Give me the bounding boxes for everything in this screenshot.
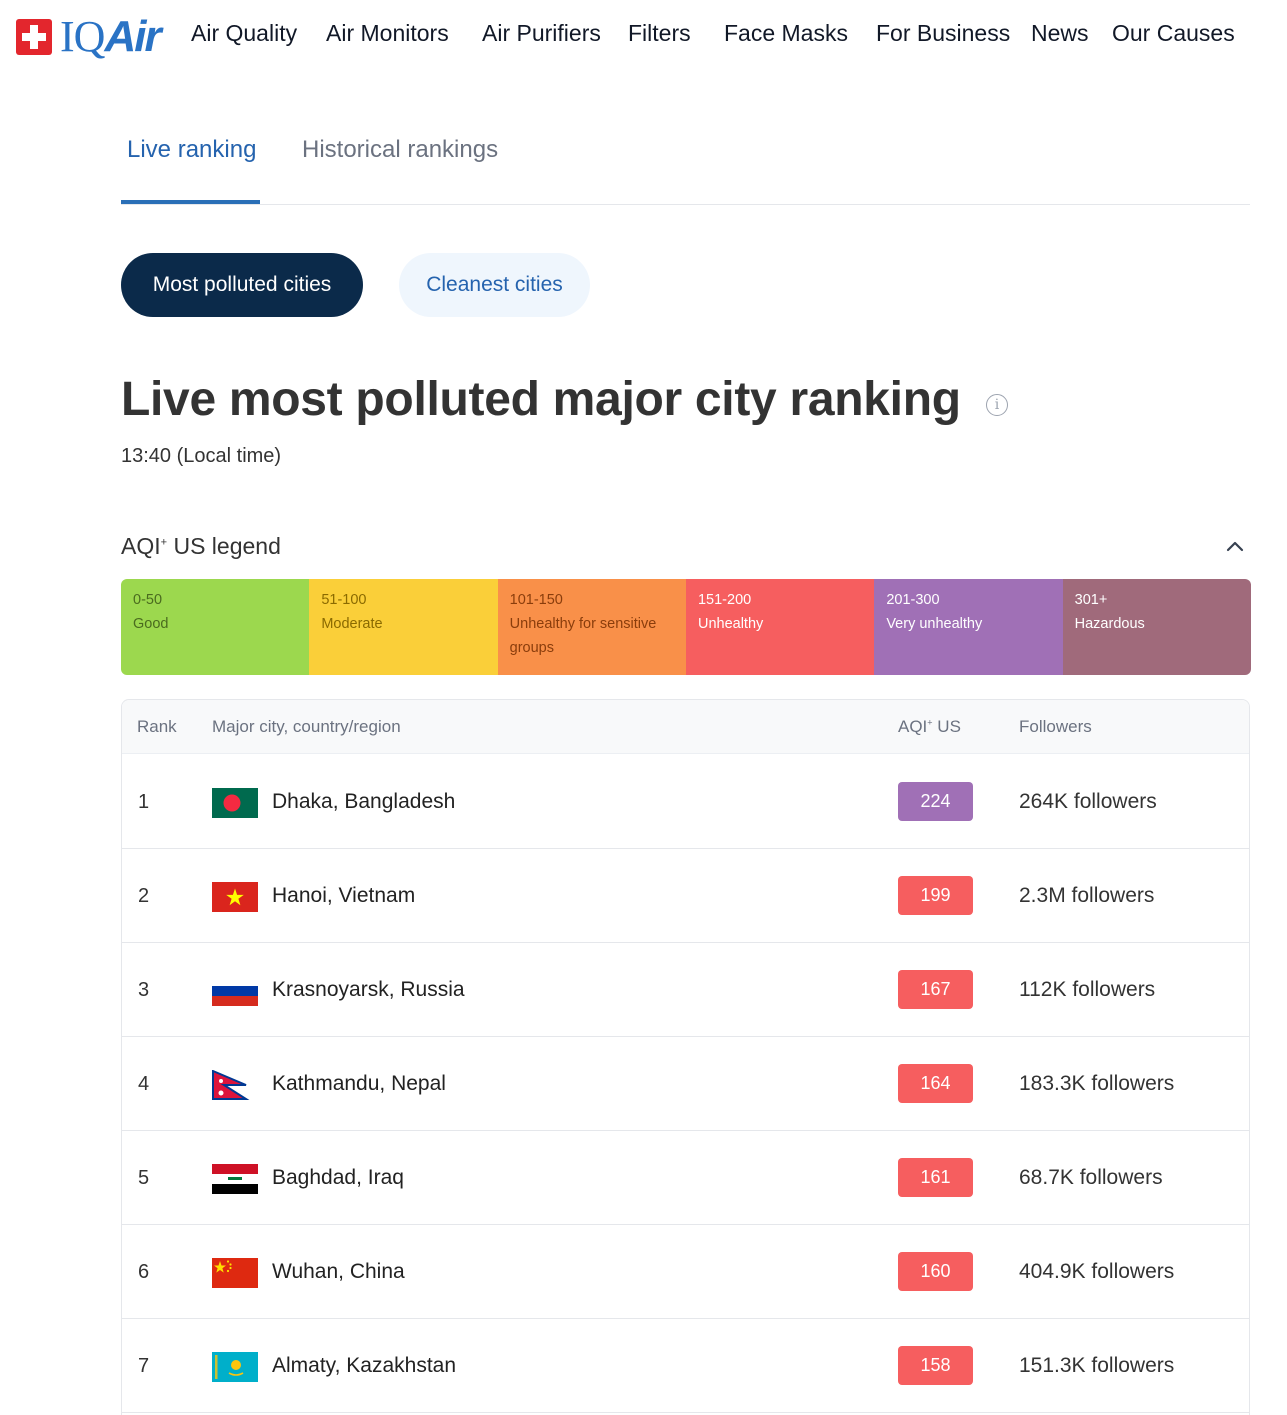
- chevron-up-icon[interactable]: [1226, 537, 1244, 555]
- legend-very-unhealthy: 201-300 Very unhealthy: [874, 579, 1063, 675]
- table-row[interactable]: 6 Wuhan, China 160 404.9K followers: [122, 1225, 1249, 1319]
- nav-news[interactable]: News: [1031, 20, 1089, 47]
- aqi-badge: 160: [898, 1252, 973, 1291]
- row-followers: 112K followers: [1019, 978, 1156, 1001]
- ranking-tabs: Live ranking Historical rankings: [121, 120, 1250, 205]
- row-city[interactable]: Almaty, Kazakhstan: [272, 1354, 456, 1378]
- aqi-badge: 224: [898, 782, 973, 821]
- row-rank: 1: [138, 791, 150, 813]
- russia-flag-icon: [212, 976, 258, 1006]
- table-row[interactable]: 3 Krasnoyarsk, Russia 167 112K followers: [122, 943, 1249, 1037]
- bangladesh-flag-icon: [212, 788, 258, 818]
- page-title: Live most polluted major city ranking: [121, 373, 961, 426]
- row-followers: 404.9K followers: [1019, 1260, 1175, 1283]
- local-time: 13:40 (Local time): [121, 445, 282, 467]
- aqi-badge: 199: [898, 876, 973, 915]
- iraq-flag-icon: [212, 1164, 258, 1194]
- aqi-badge: 167: [898, 970, 973, 1009]
- header-aqi: AQI+ US: [898, 717, 961, 736]
- row-rank: 4: [138, 1073, 150, 1095]
- swiss-flag-icon: [16, 19, 52, 55]
- nav-for-business[interactable]: For Business: [876, 20, 1010, 47]
- legend-unhealthy-sensitive: 101-150 Unhealthy for sensitive groups: [497, 579, 686, 675]
- aqi-badge: 158: [898, 1346, 973, 1385]
- row-followers: 151.3K followers: [1019, 1354, 1175, 1377]
- nav-air-purifiers[interactable]: Air Purifiers: [482, 20, 601, 47]
- row-followers: 68.7K followers: [1019, 1166, 1163, 1189]
- top-navigation: IQAir Air Quality Air Monitors Air Purif…: [0, 0, 1287, 70]
- row-followers: 183.3K followers: [1019, 1072, 1175, 1095]
- table-row[interactable]: 5 Baghdad, Iraq 161 68.7K followers: [122, 1131, 1249, 1225]
- table-row[interactable]: 2 Hanoi, Vietnam 199 2.3M followers: [122, 849, 1249, 943]
- row-followers: 2.3M followers: [1019, 884, 1155, 907]
- row-rank: 2: [138, 885, 150, 907]
- aqi-legend-bar: 0-50 Good 51-100 Moderate 101-150 Unheal…: [121, 579, 1251, 675]
- aqi-badge: 164: [898, 1064, 973, 1103]
- nav-air-monitors[interactable]: Air Monitors: [326, 20, 449, 47]
- nav-face-masks[interactable]: Face Masks: [724, 20, 848, 47]
- row-rank: 7: [138, 1355, 150, 1377]
- table-row[interactable]: 4 Kathmandu, Nepal 164 183.3K followers: [122, 1037, 1249, 1131]
- row-city[interactable]: Hanoi, Vietnam: [272, 884, 415, 908]
- table-row[interactable]: 7 Almaty, Kazakhstan 158 151.3K follower…: [122, 1319, 1249, 1413]
- row-followers: 264K followers: [1019, 790, 1157, 813]
- row-rank: 6: [138, 1261, 150, 1283]
- ranking-table: Rank Major city, country/region AQI+ US …: [121, 699, 1250, 1415]
- table-row[interactable]: 1 Dhaka, Bangladesh 224 264K followers: [122, 755, 1249, 849]
- row-city[interactable]: Baghdad, Iraq: [272, 1166, 404, 1190]
- row-city[interactable]: Kathmandu, Nepal: [272, 1072, 446, 1096]
- row-city[interactable]: Krasnoyarsk, Russia: [272, 978, 465, 1002]
- table-header: Rank Major city, country/region AQI+ US …: [122, 700, 1249, 754]
- active-tab-indicator: [121, 200, 260, 204]
- header-city: Major city, country/region: [212, 717, 401, 736]
- header-followers: Followers: [1019, 717, 1092, 736]
- header-rank: Rank: [137, 717, 177, 736]
- row-rank: 3: [138, 979, 150, 1001]
- legend-title: AQI+ US legend: [121, 533, 281, 559]
- tab-live-ranking[interactable]: Live ranking: [127, 136, 256, 164]
- row-city[interactable]: Wuhan, China: [272, 1260, 405, 1284]
- aqi-badge: 161: [898, 1158, 973, 1197]
- nav-air-quality[interactable]: Air Quality: [191, 20, 297, 47]
- china-flag-icon: [212, 1258, 258, 1288]
- iqair-wordmark: IQAir: [60, 12, 162, 61]
- info-icon[interactable]: i: [986, 394, 1008, 416]
- nav-our-causes[interactable]: Our Causes: [1112, 20, 1235, 47]
- legend-hazardous: 301+ Hazardous: [1062, 579, 1251, 675]
- legend-unhealthy: 151-200 Unhealthy: [685, 579, 875, 675]
- kazakhstan-flag-icon: [212, 1352, 258, 1382]
- nav-filters[interactable]: Filters: [628, 20, 691, 47]
- nepal-flag-icon: [212, 1070, 258, 1100]
- row-city[interactable]: Dhaka, Bangladesh: [272, 790, 455, 814]
- legend-good: 0-50 Good: [121, 579, 310, 675]
- vietnam-flag-icon: [212, 882, 258, 912]
- row-rank: 5: [138, 1167, 150, 1189]
- cleanest-cities-button[interactable]: Cleanest cities: [399, 253, 590, 317]
- most-polluted-button[interactable]: Most polluted cities: [121, 253, 363, 317]
- tab-historical-rankings[interactable]: Historical rankings: [302, 136, 498, 164]
- legend-moderate: 51-100 Moderate: [309, 579, 498, 675]
- iqair-logo[interactable]: IQAir: [16, 12, 162, 61]
